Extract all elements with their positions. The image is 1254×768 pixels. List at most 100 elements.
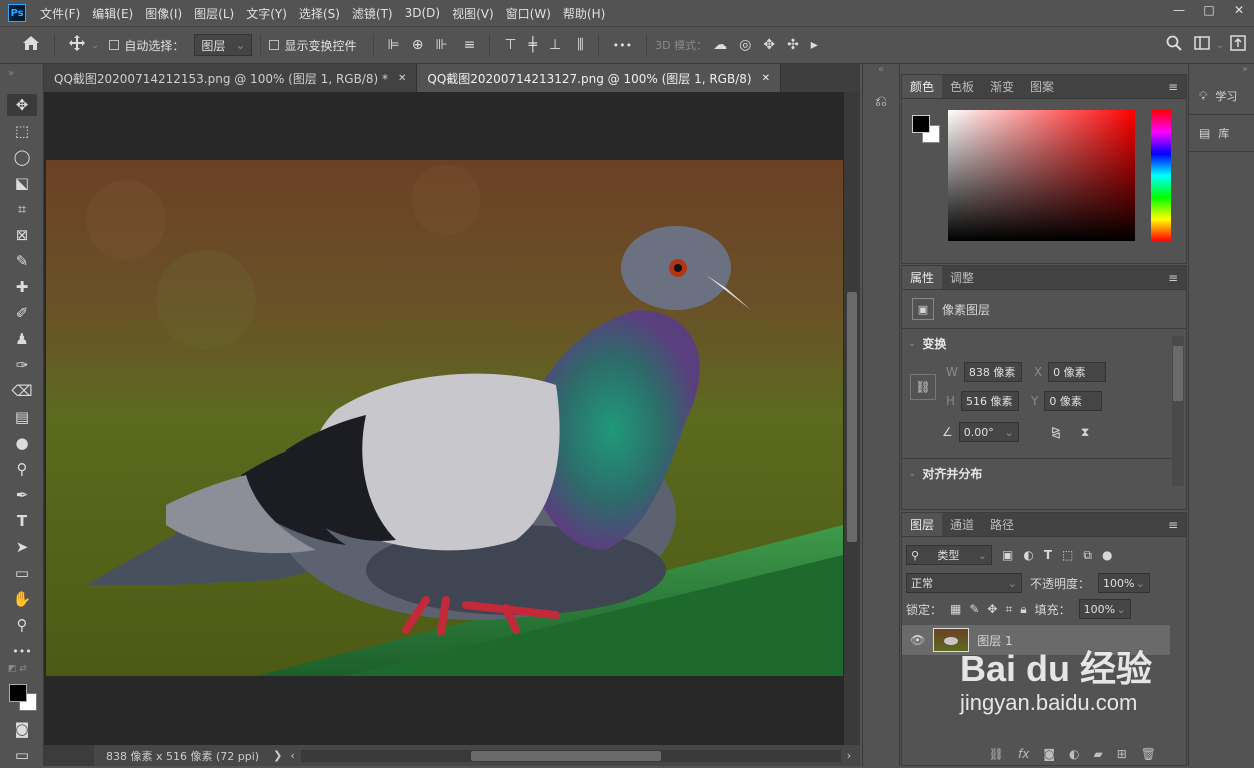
tab-patterns[interactable]: 图案 (1022, 75, 1062, 98)
pen-tool[interactable]: ✒ (0, 482, 44, 508)
history-brush-tool[interactable]: ✑ (0, 352, 44, 378)
tab-adjustments[interactable]: 调整 (942, 266, 982, 289)
link-layers-icon[interactable]: ⛓ (989, 747, 1004, 761)
menu-view[interactable]: 视图(V) (446, 5, 500, 22)
shape-tool[interactable]: ▭ (0, 560, 44, 586)
gradient-tool[interactable]: ▤ (0, 404, 44, 430)
foreground-color-swatch[interactable] (9, 684, 27, 702)
flip-vertical-icon[interactable]: ⧗ (1081, 425, 1089, 440)
align-top-icon[interactable]: ⊤ (504, 37, 516, 53)
path-select-tool[interactable]: ➤ (0, 534, 44, 560)
quick-select-tool[interactable]: ⬕ (0, 170, 44, 196)
search-icon[interactable] (1166, 35, 1182, 55)
blur-tool[interactable]: ● (0, 430, 44, 456)
visibility-eye-icon[interactable]: 👁︎ (910, 633, 925, 647)
align-left-icon[interactable]: ⊫ (388, 37, 400, 53)
horizontal-scrollbar[interactable] (300, 749, 841, 762)
scroll-thumb[interactable] (847, 292, 857, 542)
document-image[interactable] (46, 160, 843, 676)
distribute-horizontal-icon[interactable]: ⫼ (577, 37, 583, 53)
menu-edit[interactable]: 编辑(E) (86, 5, 139, 22)
minimize-button[interactable]: — (1164, 0, 1194, 20)
auto-select-checkbox[interactable]: 自动选择： (109, 37, 184, 54)
menu-image[interactable]: 图像(I) (139, 5, 188, 22)
panel-menu-icon[interactable]: ≡ (1160, 75, 1186, 98)
tab-channels[interactable]: 通道 (942, 513, 982, 536)
chevron-down-icon[interactable]: ⌄ (1005, 426, 1014, 439)
eraser-tool[interactable]: ⌫ (0, 378, 44, 404)
healing-tool[interactable]: ✚ (0, 274, 44, 300)
menu-window[interactable]: 窗口(W) (500, 5, 557, 22)
height-field[interactable]: 516 像素 (961, 391, 1020, 411)
lock-all-icon[interactable]: 🔒︎ (1020, 602, 1026, 617)
learn-panel-button[interactable]: 💡︎ 学习 (1189, 78, 1254, 115)
add-mask-icon[interactable]: ◙ (1043, 747, 1055, 761)
tab-document-1[interactable]: QQ截图20200714212153.png @ 100% (图层 1, RGB… (44, 64, 418, 92)
tab-color[interactable]: 颜色 (902, 75, 943, 98)
show-transform-checkbox[interactable]: 显示变换控件 (269, 37, 357, 54)
crop-tool[interactable]: ⌗ (0, 196, 44, 222)
scroll-left-icon[interactable]: ‹ (290, 749, 294, 762)
checkbox-icon[interactable] (109, 40, 120, 50)
panel-menu-icon[interactable]: ≡ (1160, 266, 1186, 289)
more-options-icon[interactable]: ••• (613, 39, 632, 52)
foreground-color-swatch[interactable] (912, 115, 930, 133)
menu-help[interactable]: 帮助(H) (557, 5, 611, 22)
layer-filter-dropdown[interactable]: ⚲ 类型 ⌄ (906, 545, 992, 565)
lock-artboard-icon[interactable]: ⌗ (1005, 602, 1012, 617)
move-tool-icon[interactable] (69, 35, 85, 55)
align-center-icon[interactable]: ⊕ (412, 37, 424, 53)
transform-section-title[interactable]: 变换 (922, 335, 946, 352)
library-panel-button[interactable]: ▤ 库 (1189, 115, 1254, 152)
scroll-thumb[interactable] (470, 750, 661, 761)
scroll-right-icon[interactable]: › (847, 749, 851, 762)
checkbox-icon[interactable] (269, 40, 280, 50)
lock-transparent-icon[interactable]: ▦ (950, 602, 961, 616)
share-icon[interactable] (1230, 35, 1246, 55)
blend-mode-dropdown[interactable]: 正常 ⌄ (906, 573, 1022, 593)
delete-layer-icon[interactable]: 🗑︎ (1141, 747, 1156, 761)
close-icon[interactable]: ✕ (762, 73, 770, 84)
3d-roll-icon[interactable]: ◎ (739, 37, 751, 53)
filter-toggle-icon[interactable]: ● (1102, 548, 1112, 562)
collapse-icon[interactable]: » (0, 64, 43, 92)
y-field[interactable]: 0 像素 (1044, 391, 1103, 411)
lock-image-icon[interactable]: ✎ (969, 602, 979, 616)
tab-gradients[interactable]: 渐变 (982, 75, 1022, 98)
filter-type-icon[interactable]: T (1044, 548, 1052, 562)
distribute-vertical-icon[interactable]: ≡ (464, 37, 476, 53)
status-arrow-icon[interactable]: ❯ (273, 749, 282, 762)
3d-slide-icon[interactable]: ✣ (787, 37, 799, 53)
align-right-icon[interactable]: ⊪ (435, 37, 447, 53)
close-button[interactable]: ✕ (1224, 0, 1254, 20)
vertical-scrollbar[interactable] (844, 92, 860, 745)
hue-slider[interactable] (1151, 110, 1171, 241)
link-dimensions-button[interactable]: ⛓ (910, 374, 936, 400)
adjustment-layer-icon[interactable]: ◐ (1069, 747, 1079, 761)
align-bottom-icon[interactable]: ⊥ (549, 37, 561, 53)
menu-layer[interactable]: 图层(L) (188, 5, 240, 22)
chevron-down-icon[interactable]: ⌄ (1216, 40, 1224, 51)
restore-button[interactable]: □ (1194, 0, 1224, 20)
x-field[interactable]: 0 像素 (1048, 362, 1107, 382)
chevron-down-icon[interactable]: ⌄ (908, 338, 916, 349)
menu-file[interactable]: 文件(F) (34, 5, 86, 22)
angle-field[interactable]: 0.00° ⌄ (958, 422, 1019, 442)
tab-document-2[interactable]: QQ截图20200714213127.png @ 100% (图层 1, RGB… (417, 64, 781, 92)
opacity-field[interactable]: 100% ⌄ (1098, 573, 1151, 593)
chevron-down-icon[interactable]: ⌄ (1116, 603, 1125, 616)
zoom-tool[interactable]: ⚲ (0, 612, 44, 638)
auto-select-dropdown[interactable]: 图层 ⌄ (194, 34, 253, 56)
edit-toolbar[interactable]: ••• (0, 638, 44, 664)
width-field[interactable]: 838 像素 (963, 362, 1022, 382)
color-field[interactable] (948, 110, 1135, 241)
menu-select[interactable]: 选择(S) (293, 5, 346, 22)
frame-tool[interactable]: ⊠ (0, 222, 44, 248)
workspace-icon[interactable] (1193, 36, 1210, 54)
3d-pan-icon[interactable]: ✥ (763, 37, 775, 53)
home-icon[interactable] (22, 35, 40, 55)
chevron-down-icon[interactable]: ⌄ (1136, 577, 1145, 590)
dodge-tool[interactable]: ⚲ (0, 456, 44, 482)
close-icon[interactable]: ✕ (398, 73, 406, 84)
screen-mode-button[interactable]: ▭ (0, 742, 44, 768)
